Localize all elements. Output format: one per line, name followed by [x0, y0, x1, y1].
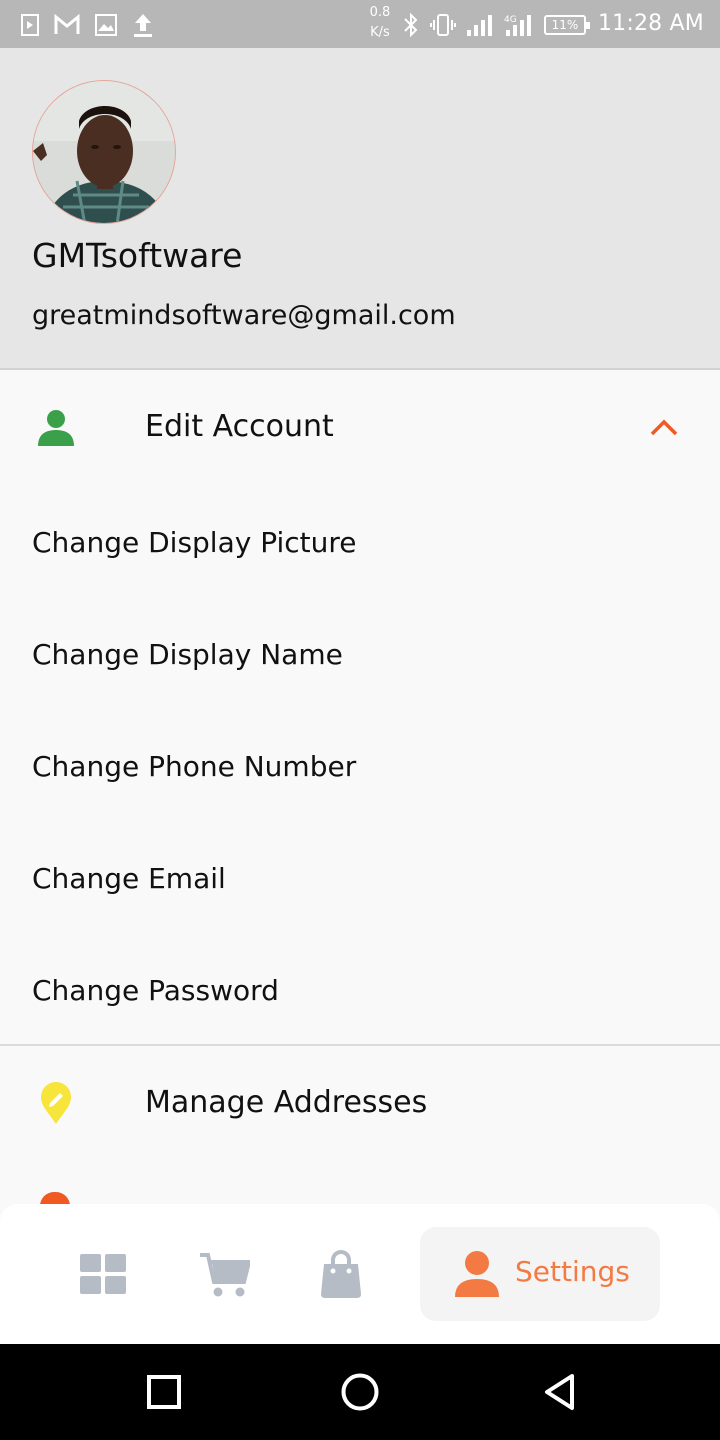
profile-header: GMTsoftware greatmindsoftware@gmail.com	[0, 48, 720, 370]
chevron-up-icon[interactable]	[648, 416, 680, 440]
edit-account-label: Edit Account	[145, 409, 334, 444]
location-pin-icon	[41, 1082, 71, 1124]
svg-text:4G: 4G	[504, 15, 517, 25]
video-icon	[21, 14, 39, 36]
change-password-item[interactable]: Change Password	[32, 961, 632, 1021]
shopping-bag-icon[interactable]	[321, 1250, 361, 1298]
upload-icon	[134, 14, 152, 37]
dashboard-icon[interactable]	[80, 1254, 126, 1294]
bluetooth-icon	[404, 12, 418, 38]
edit-account-header[interactable]: Edit Account	[0, 372, 720, 484]
section-divider	[0, 1044, 720, 1046]
change-display-name-item[interactable]: Change Display Name	[32, 625, 632, 685]
system-navigation-bar	[0, 1344, 720, 1440]
nav-settings-tab[interactable]: Settings	[420, 1227, 660, 1321]
person-icon	[455, 1251, 499, 1297]
profile-name: GMTsoftware	[32, 236, 243, 275]
person-icon	[38, 410, 74, 446]
nav-settings-label: Settings	[515, 1255, 630, 1288]
network-speed: 0.8 K/s	[369, 5, 391, 40]
change-phone-number-item[interactable]: Change Phone Number	[32, 737, 632, 797]
status-bar: 0.8 K/s 4G 11% 11:28 AM	[0, 0, 720, 48]
bottom-navigation: Settings	[0, 1204, 720, 1344]
home-button[interactable]	[340, 1372, 380, 1412]
back-button[interactable]	[542, 1372, 578, 1412]
clock: 11:28 AM	[597, 11, 704, 36]
vibrate-icon	[430, 14, 456, 36]
image-icon	[95, 14, 117, 36]
battery-icon: 11%	[544, 15, 590, 35]
gmail-icon	[54, 14, 80, 34]
manage-addresses-row[interactable]: Manage Addresses	[0, 1048, 720, 1160]
recents-button[interactable]	[146, 1372, 182, 1412]
change-email-item[interactable]: Change Email	[32, 849, 632, 909]
cart-icon[interactable]	[200, 1252, 250, 1298]
profile-email: greatmindsoftware@gmail.com	[32, 300, 456, 331]
signal-icon	[467, 15, 492, 36]
avatar[interactable]	[32, 80, 176, 224]
profile-photo	[33, 81, 175, 223]
4g-signal-icon: 4G	[504, 15, 531, 36]
manage-addresses-label: Manage Addresses	[145, 1085, 428, 1120]
change-display-picture-item[interactable]: Change Display Picture	[32, 513, 632, 573]
